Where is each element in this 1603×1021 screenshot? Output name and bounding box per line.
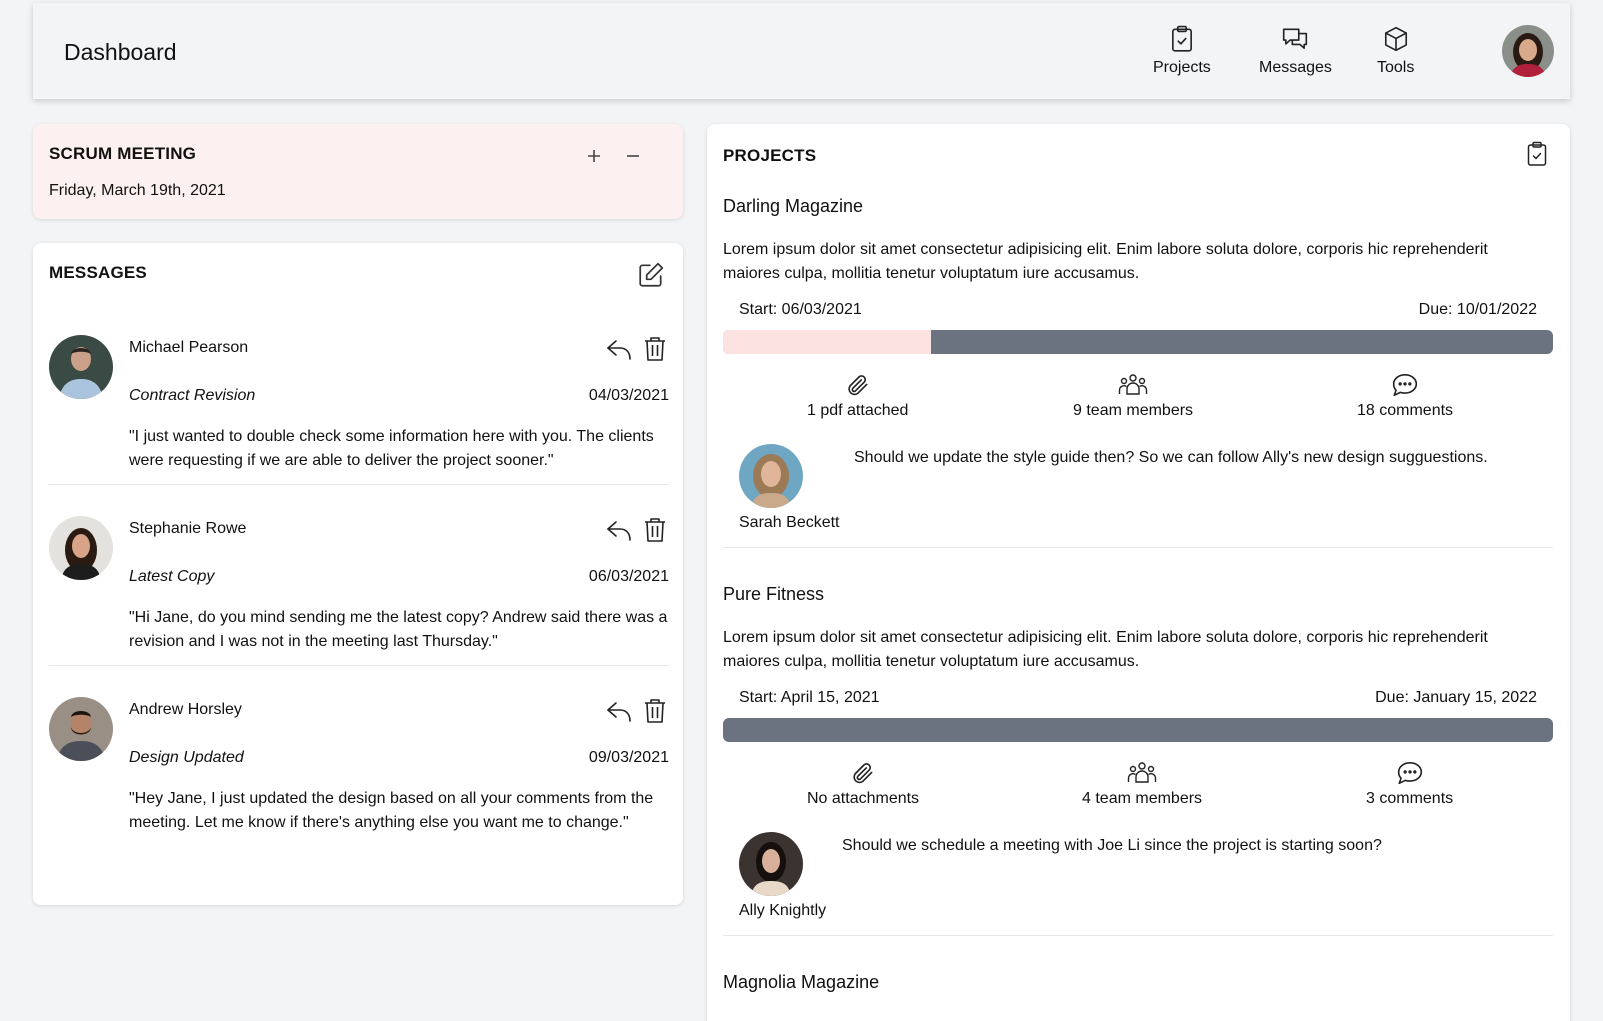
project-item[interactable]: Darling Magazine Lorem ipsum dolor sit a… <box>723 196 1553 556</box>
divider <box>723 547 1553 548</box>
progress-bar <box>723 718 1553 742</box>
attachments-label: No attachments <box>807 790 920 807</box>
nav-messages-label: Messages <box>1259 59 1332 76</box>
progress-bar <box>723 330 1553 354</box>
projects-card: PROJECTS Darling Magazine Lorem ipsum do… <box>707 124 1570 1021</box>
plus-icon <box>588 150 600 162</box>
page-title: Dashboard <box>64 39 177 65</box>
trash-icon <box>645 518 665 542</box>
delete-button[interactable] <box>643 335 667 363</box>
commenter-name: Sarah Beckett <box>739 514 840 531</box>
reply-icon <box>607 702 631 722</box>
attachments-stat[interactable]: No attachments <box>807 760 919 808</box>
attachments-label: 1 pdf attached <box>807 402 909 419</box>
delete-button[interactable] <box>643 697 667 725</box>
avatar <box>49 697 113 761</box>
message-subject: Design Updated <box>129 749 244 766</box>
paperclip-icon <box>853 763 873 784</box>
project-start: Start: 06/03/2021 <box>739 301 862 318</box>
message-date: 04/03/2021 <box>588 387 669 404</box>
avatar <box>49 516 113 580</box>
message-date: 06/03/2021 <box>588 568 669 585</box>
delete-button[interactable] <box>643 516 667 544</box>
scrum-title: SCRUM MEETING <box>49 144 197 163</box>
project-name: Pure Fitness <box>723 584 825 604</box>
user-avatar[interactable] <box>1502 25 1554 77</box>
projects-title: PROJECTS <box>723 146 817 165</box>
divider <box>49 665 669 666</box>
messages-title: MESSAGES <box>49 263 147 282</box>
nav-projects[interactable]: Projects <box>1153 25 1211 77</box>
reply-button[interactable] <box>605 518 633 544</box>
project-name: Darling Magazine <box>723 196 864 216</box>
project-due: Due: 10/01/2022 <box>1418 301 1537 318</box>
message-sender: Andrew Horsley <box>129 701 242 718</box>
divider <box>49 484 669 485</box>
comments-label: 18 comments <box>1357 402 1454 419</box>
divider <box>723 935 1553 936</box>
team-icon <box>1118 374 1148 395</box>
minus-icon <box>627 155 639 157</box>
comment-icon <box>1397 761 1422 785</box>
comments-label: 3 comments <box>1366 790 1454 807</box>
projects-clipboard-button[interactable] <box>1525 140 1549 168</box>
trash-icon <box>645 337 665 361</box>
comment-icon <box>1392 373 1418 397</box>
attachments-stat[interactable]: 1 pdf attached <box>807 372 908 420</box>
message-sender: Stephanie Rowe <box>129 520 247 537</box>
top-navbar: Dashboard Projects Messages Tools <box>33 3 1570 99</box>
team-stat[interactable]: 9 team members <box>1073 372 1193 420</box>
team-label: 4 team members <box>1082 790 1203 807</box>
message-body: "I just wanted to double check some info… <box>129 428 654 469</box>
nav-tools-label: Tools <box>1377 59 1415 76</box>
avatar <box>739 832 803 896</box>
messages-card: MESSAGES Michael Pearson Contract Revisi… <box>33 243 683 905</box>
avatar <box>49 335 113 399</box>
project-name: Magnolia Magazine <box>723 972 880 992</box>
team-stat[interactable]: 4 team members <box>1082 760 1202 808</box>
nav-projects-label: Projects <box>1153 59 1211 76</box>
avatar <box>739 444 803 508</box>
trash-icon <box>645 699 665 723</box>
cube-icon <box>1384 26 1407 52</box>
compose-button[interactable] <box>637 261 665 289</box>
reply-button[interactable] <box>605 699 633 725</box>
paperclip-icon <box>848 375 868 396</box>
message-date: 09/03/2021 <box>588 749 669 766</box>
commenter-name: Ally Knightly <box>739 902 827 919</box>
clipboard-check-icon <box>1527 141 1547 166</box>
nav-messages[interactable]: Messages <box>1259 25 1332 77</box>
project-item[interactable]: Pure Fitness Lorem ipsum dolor sit amet … <box>723 584 1553 944</box>
project-comment: Should we update the style guide then? S… <box>854 449 1488 466</box>
message-sender: Michael Pearson <box>129 339 249 356</box>
message-body: "Hi Jane, do you mind sending me the lat… <box>129 609 668 650</box>
collapse-button[interactable] <box>625 148 641 164</box>
edit-icon <box>639 262 664 287</box>
team-icon <box>1127 762 1157 783</box>
project-description: Lorem ipsum dolor sit amet consectetur a… <box>723 241 1488 282</box>
reply-icon <box>607 340 631 360</box>
scrum-meeting-card: SCRUM MEETING Friday, March 19th, 2021 <box>33 124 683 219</box>
scrum-date: Friday, March 19th, 2021 <box>49 182 226 199</box>
project-due: Due: January 15, 2022 <box>1375 689 1537 706</box>
project-item[interactable]: Magnolia Magazine <box>723 972 1553 1012</box>
progress-fill <box>723 330 931 354</box>
reply-button[interactable] <box>605 337 633 363</box>
comments-stat[interactable]: 18 comments <box>1357 372 1453 420</box>
clipboard-check-icon <box>1171 25 1192 52</box>
message-subject: Contract Revision <box>129 387 256 404</box>
chat-bubbles-icon <box>1283 28 1308 49</box>
reply-icon <box>607 521 631 541</box>
message-body: "Hey Jane, I just updated the design bas… <box>129 790 654 831</box>
message-subject: Latest Copy <box>129 568 215 585</box>
project-start: Start: April 15, 2021 <box>739 689 880 706</box>
project-description: Lorem ipsum dolor sit amet consectetur a… <box>723 629 1488 670</box>
comments-stat[interactable]: 3 comments <box>1366 760 1453 808</box>
project-comment: Should we schedule a meeting with Joe Li… <box>842 837 1382 854</box>
team-label: 9 team members <box>1073 402 1194 419</box>
nav-tools[interactable]: Tools <box>1377 25 1414 77</box>
expand-button[interactable] <box>586 148 602 164</box>
